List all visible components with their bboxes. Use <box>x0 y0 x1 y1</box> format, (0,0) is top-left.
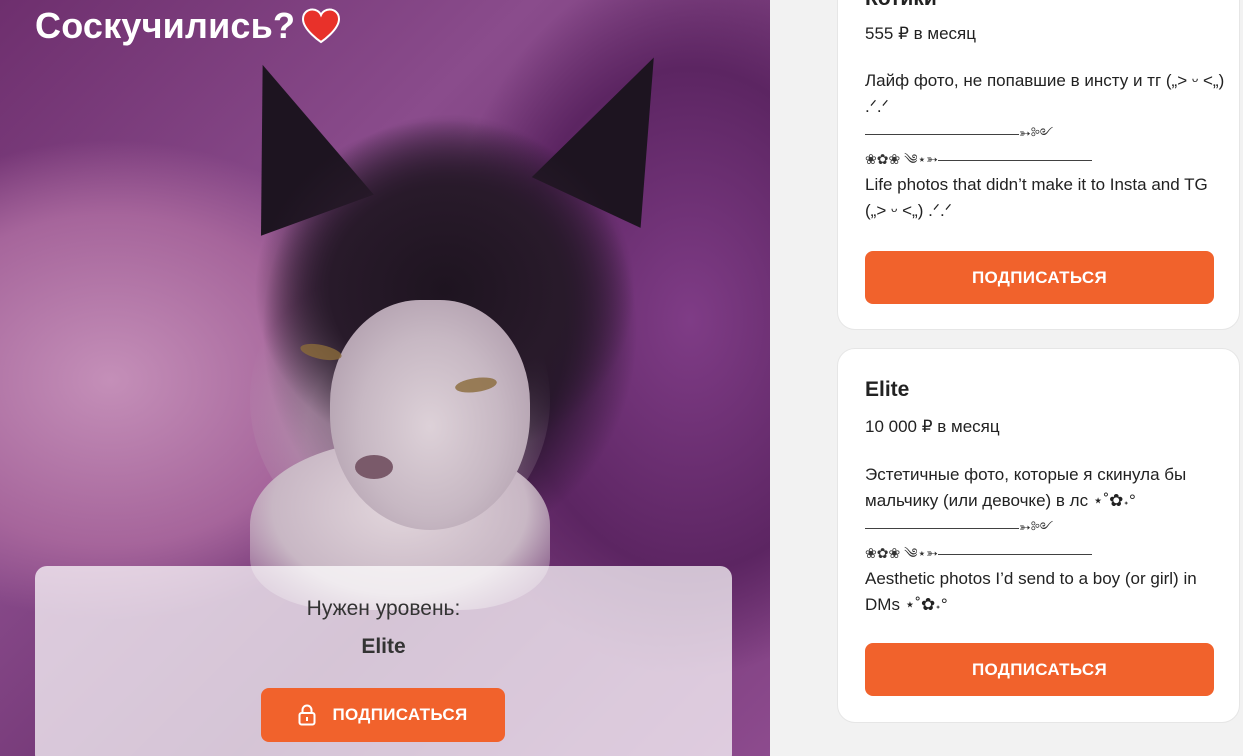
tier-price: 10 000 ₽ в месяц <box>865 417 1000 436</box>
required-level-name: Elite <box>361 635 406 658</box>
tier-description: Лайф фото, не попавшие в инсту и тг („> … <box>865 68 1225 224</box>
subscribe-button[interactable]: ПОДПИСАТЬСЯ <box>865 251 1214 304</box>
unlock-subscribe-button[interactable]: ПОДПИСАТЬСЯ <box>261 688 505 742</box>
post-image-nose <box>355 455 393 479</box>
tier-description-divider: ❀✿❀ ༄⋆➳——————————— <box>865 545 1092 561</box>
required-level-label: Нужен уровень: <box>306 597 461 620</box>
tier-description-en: Aesthetic photos I’d send to a boy (or g… <box>865 569 1197 614</box>
tier-name: Котики <box>865 0 937 11</box>
tier-card-kotiki: Котики 555 ₽ в месяц Лайф фото, не попав… <box>837 0 1240 330</box>
post-title-text: Соскучились? <box>35 5 296 46</box>
tier-description-ru: Лайф фото, не попавшие в инсту и тг („> … <box>865 71 1225 116</box>
tier-description-divider: ———————————➳༻ <box>865 125 1054 141</box>
tier-description-divider: ❀✿❀ ༄⋆➳——————————— <box>865 151 1092 167</box>
post-image-face <box>330 300 530 530</box>
subscribe-button[interactable]: ПОДПИСАТЬСЯ <box>865 643 1214 696</box>
lock-panel: Нужен уровень: Elite ПОДПИСАТЬСЯ <box>35 566 732 756</box>
lock-icon <box>298 704 316 726</box>
tier-name: Elite <box>865 378 910 401</box>
unlock-subscribe-label: ПОДПИСАТЬСЯ <box>332 705 468 724</box>
tier-card-elite: Elite 10 000 ₽ в месяц Эстетичные фото, … <box>837 348 1240 723</box>
tier-description-divider: ———————————➳༻ <box>865 519 1054 535</box>
tier-price: 555 ₽ в месяц <box>865 24 976 43</box>
heart-icon <box>301 8 341 44</box>
locked-post: Соскучились? Нужен уровень: Elite ПОДПИС… <box>0 0 770 756</box>
post-title: Соскучились? <box>35 5 341 47</box>
tier-description-ru: Эстетичные фото, которые я скинула бы ма… <box>865 465 1187 510</box>
tier-description-en: Life photos that didn’t make it to Insta… <box>865 175 1208 220</box>
tier-description: Эстетичные фото, которые я скинула бы ма… <box>865 462 1225 618</box>
